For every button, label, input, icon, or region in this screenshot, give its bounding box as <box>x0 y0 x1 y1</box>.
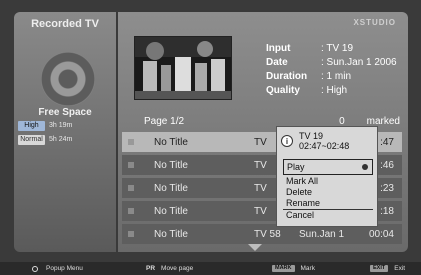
quality-row-high: High 3h 19m <box>18 120 72 131</box>
menu-item-rename[interactable]: Rename <box>283 198 373 209</box>
menu-item-play[interactable]: Play <box>283 159 373 175</box>
info-val-duration: : 1 min <box>321 71 352 82</box>
info-key-duration: Duration <box>266 71 308 82</box>
footer-move-page-label: Move page <box>161 265 194 272</box>
footer-mark: MARK Mark <box>272 265 315 272</box>
scroll-down-arrow-icon[interactable] <box>248 244 262 251</box>
mark-key-icon: MARK <box>272 265 295 272</box>
footer-mark-label: Mark <box>300 265 315 272</box>
left-panel: Recorded TV Free Space High 3h 19m Norma… <box>14 12 116 252</box>
info-key-quality: Quality <box>266 85 300 96</box>
info-val-quality: : High <box>321 85 348 96</box>
menu-item-mark-all[interactable]: Mark All <box>283 176 373 187</box>
mark-checkbox[interactable] <box>128 208 134 214</box>
pr-key-icon: PR <box>146 265 156 272</box>
popup-time-range: 02:47~02:48 <box>299 141 350 151</box>
recording-info: Input : TV 19 Date : Sun.Jan 1 2006 Durati… <box>266 42 397 98</box>
popup-header: i TV 19 02:47~02:48 <box>277 127 377 155</box>
mark-checkbox[interactable] <box>128 185 134 191</box>
popup-menu-items: Play Mark All Delete Rename Cancel <box>283 159 373 220</box>
disk-usage-icon <box>41 52 95 106</box>
item-title: No Title <box>154 228 188 240</box>
item-title: No Title <box>154 136 188 148</box>
info-val-input: : TV 19 <box>321 43 354 54</box>
item-title: No Title <box>154 182 188 194</box>
footer-exit-label: Exit <box>394 265 406 272</box>
quality-badge-high: High <box>18 120 45 131</box>
selected-dot-icon <box>362 164 368 170</box>
info-val-date: : Sun.Jan 1 2006 <box>321 57 397 68</box>
info-key-input: Input <box>266 43 291 54</box>
footer-help-bar: Popup Menu PR Move page MARK Mark EXIT E… <box>0 262 421 275</box>
preview-image <box>135 37 231 99</box>
quality-time-high: 3h 19m <box>49 122 73 129</box>
quality-badge-normal: Normal <box>18 134 45 145</box>
footer-move-page: PR Move page <box>146 265 193 272</box>
popup-channel: TV 19 <box>299 131 324 141</box>
popup-menu: i TV 19 02:47~02:48 Play Mark All Delete… <box>276 126 378 227</box>
footer-popup-menu: Popup Menu <box>32 265 83 272</box>
mark-checkbox[interactable] <box>128 162 134 168</box>
ok-button-icon <box>32 265 38 272</box>
item-title: No Title <box>154 159 188 171</box>
mark-checkbox[interactable] <box>128 139 134 145</box>
footer-popup-menu-label: Popup Menu <box>46 265 83 272</box>
list-item[interactable]: No Title TV 58 Sun.Jan 1 00:04 <box>122 224 402 244</box>
brand-logo: XSTUDIO <box>353 18 396 27</box>
video-preview-thumbnail <box>134 36 232 100</box>
exit-key-icon: EXIT <box>370 265 389 272</box>
quality-time-normal: 5h 24m <box>49 136 73 143</box>
section-title: Recorded TV <box>31 18 99 30</box>
menu-item-delete[interactable]: Delete <box>283 187 373 198</box>
info-icon: i <box>281 135 293 147</box>
footer-exit: EXIT Exit <box>370 265 405 272</box>
free-space-label: Free Space <box>38 107 92 118</box>
page-indicator: Page 1/2 <box>144 116 185 127</box>
quality-row-normal: Normal 5h 24m <box>18 134 72 145</box>
mark-checkbox[interactable] <box>128 231 134 237</box>
menu-item-label: Play <box>287 162 305 172</box>
menu-item-cancel[interactable]: Cancel <box>283 209 373 220</box>
item-title: No Title <box>154 205 188 217</box>
item-time: 00:04 <box>368 228 394 240</box>
item-channel: TV 58 <box>254 228 281 240</box>
recorded-tv-screen: Recorded TV Free Space High 3h 19m Norma… <box>0 0 421 275</box>
info-key-date: Date <box>266 57 288 68</box>
